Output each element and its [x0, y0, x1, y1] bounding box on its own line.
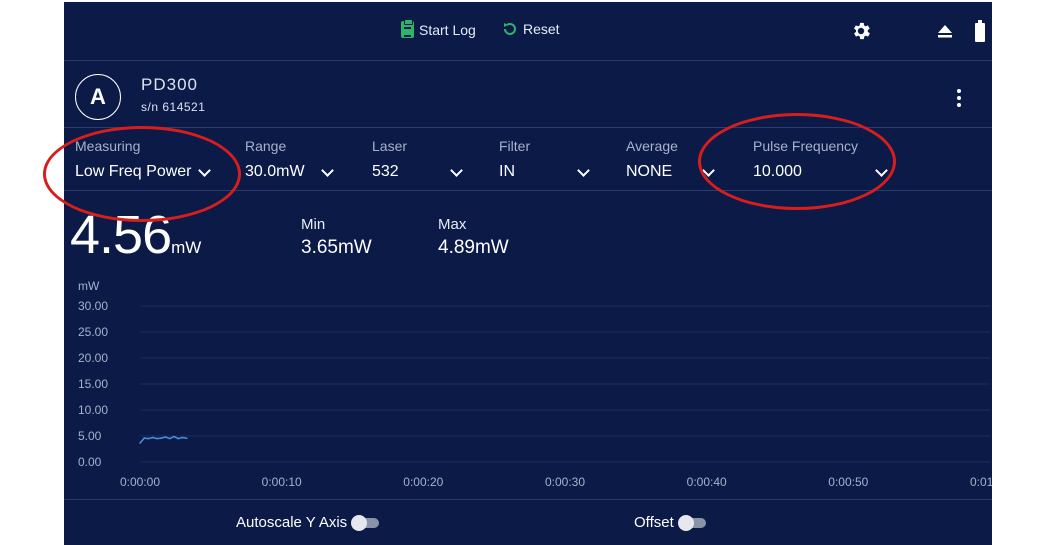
battery-icon — [975, 20, 985, 42]
reset-icon — [504, 23, 516, 35]
x-tick-label: 0:00:10 — [262, 475, 302, 489]
y-tick-label: 15.00 — [78, 377, 108, 391]
reading-unit: mW — [171, 238, 202, 257]
filter-label: Filter — [499, 138, 531, 154]
data-point — [177, 437, 180, 440]
pulse-frequency-dropdown[interactable]: Pulse Frequency 10.000 — [753, 138, 888, 181]
y-tick-label: 5.00 — [78, 429, 102, 443]
x-tick-label: 0:00:20 — [403, 475, 443, 489]
reset-label: Reset — [523, 21, 560, 37]
measuring-label: Measuring — [75, 138, 141, 154]
settings-row: Measuring Low Freq Power Range 30.0mW La… — [64, 128, 992, 191]
offset-label: Offset — [634, 514, 674, 531]
x-tick-label: 0:01:00 — [970, 475, 992, 489]
measuring-value: Low Freq Power — [75, 163, 192, 180]
max-value: 4.89mW — [438, 237, 509, 258]
bottom-bar: Autoscale Y Axis Offset — [64, 499, 992, 545]
device-badge[interactable]: A — [75, 74, 121, 120]
x-tick-label: 0:00:40 — [687, 475, 727, 489]
data-point — [181, 436, 184, 439]
pulse-frequency-value: 10.000 — [753, 163, 802, 180]
x-tick-label: 0:00:00 — [120, 475, 160, 489]
range-value: 30.0mW — [245, 163, 305, 180]
start-log-label: Start Log — [419, 21, 476, 38]
max-label: Max — [438, 216, 467, 233]
y-tick-label: 0.00 — [78, 455, 102, 469]
chevron-down-icon — [577, 163, 590, 177]
min-label: Min — [301, 216, 326, 233]
start-log-button[interactable]: Start Log — [401, 19, 476, 38]
device-row: A PD300 s/n 614521 — [64, 61, 992, 128]
filter-dropdown[interactable]: Filter IN — [499, 138, 590, 181]
average-label: Average — [626, 138, 678, 154]
data-point — [173, 435, 175, 438]
reset-button[interactable]: Reset — [502, 21, 560, 37]
device-name: PD300 — [141, 75, 198, 94]
y-tick-label: 25.00 — [78, 325, 108, 339]
data-point — [143, 437, 146, 439]
power-chart: mW 30.00 25.00 20.00 15.00 10.00 5.00 0.00 0:00:… — [78, 279, 992, 489]
more-options-icon[interactable] — [950, 89, 968, 107]
filter-value: IN — [499, 163, 515, 180]
data-point — [147, 437, 150, 440]
max-stat: Max 4.89mW — [438, 216, 509, 259]
min-stat: Min 3.65mW — [301, 216, 372, 259]
gear-icon[interactable] — [850, 20, 872, 42]
y-tick-label: 20.00 — [78, 351, 108, 365]
measuring-dropdown[interactable]: Measuring Low Freq Power — [75, 138, 211, 181]
eject-icon[interactable] — [937, 23, 953, 39]
chevron-down-icon — [197, 163, 211, 177]
data-point — [151, 436, 154, 439]
app-screen: Start Log Reset A PD300 s/n 614521 Measu… — [64, 2, 992, 545]
y-tick-label: 10.00 — [78, 403, 108, 417]
data-point — [160, 437, 163, 439]
clipboard-icon — [401, 19, 414, 38]
data-point — [168, 437, 171, 440]
average-value: NONE — [626, 163, 673, 180]
average-dropdown[interactable]: Average NONE — [626, 138, 715, 181]
offset-toggle[interactable]: Offset — [634, 514, 706, 531]
data-point — [156, 437, 158, 440]
autoscale-label: Autoscale Y Axis — [236, 514, 348, 531]
chevron-down-icon — [875, 163, 888, 177]
data-point — [185, 437, 188, 440]
laser-label: Laser — [372, 138, 408, 154]
y-tick-label: 30.00 — [78, 299, 108, 313]
series-line — [139, 435, 187, 444]
min-value: 3.65mW — [301, 237, 372, 258]
range-label: Range — [245, 138, 287, 154]
pulse-frequency-label: Pulse Frequency — [753, 138, 859, 154]
chevron-down-icon — [321, 163, 334, 177]
laser-value: 532 — [372, 163, 399, 180]
data-point — [164, 436, 167, 438]
reading-value: 4.56 — [70, 205, 172, 265]
data-point — [139, 442, 141, 444]
x-tick-label: 0:00:50 — [828, 475, 868, 489]
chevron-down-icon — [450, 163, 463, 177]
offset-switch[interactable] — [677, 514, 706, 531]
current-reading: 4.56mW — [70, 204, 201, 266]
x-tick-label: 0:00:30 — [545, 475, 585, 489]
y-axis-label: mW — [78, 279, 100, 293]
autoscale-switch[interactable] — [351, 514, 380, 531]
laser-dropdown[interactable]: Laser 532 — [372, 138, 463, 181]
device-serial: s/n 614521 — [141, 100, 206, 114]
top-toolbar: Start Log Reset — [64, 2, 992, 61]
chevron-down-icon — [702, 163, 715, 177]
range-dropdown[interactable]: Range 30.0mW — [245, 138, 334, 181]
autoscale-toggle[interactable]: Autoscale Y Axis — [236, 514, 380, 531]
